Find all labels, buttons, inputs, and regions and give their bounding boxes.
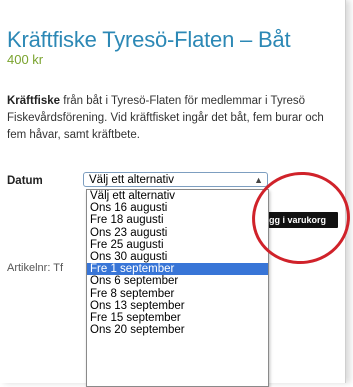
- dropdown-option[interactable]: Välj ett alternativ: [87, 190, 268, 202]
- datum-select[interactable]: Välj ett alternativ ▲: [83, 172, 268, 187]
- datum-label: Datum: [7, 175, 43, 187]
- dropdown-option[interactable]: Ons 30 augusti: [87, 251, 268, 263]
- dropdown-option[interactable]: Fre 18 augusti: [87, 214, 268, 226]
- chevron-down-icon: ▲: [254, 175, 263, 185]
- dropdown-option[interactable]: Ons 23 augusti: [87, 227, 268, 239]
- product-description: Kräftfiske från båt i Tyresö-Flaten för …: [7, 93, 337, 144]
- select-value: Välj ett alternativ: [89, 174, 175, 186]
- description-bold: Kräftfiske: [7, 95, 61, 107]
- dropdown-option[interactable]: Fre 15 september: [87, 312, 268, 324]
- dropdown-option[interactable]: Ons 13 september: [87, 300, 268, 312]
- dropdown-option[interactable]: Fre 8 september: [87, 288, 268, 300]
- dropdown-option[interactable]: Fre 1 september: [87, 263, 268, 276]
- dropdown-option[interactable]: Ons 6 september: [87, 275, 268, 287]
- article-number: Artikelnr: Tf: [7, 262, 64, 274]
- product-price: 400 kr: [7, 52, 44, 67]
- product-title: Kräftfiske Tyresö-Flaten – Båt: [7, 27, 291, 52]
- datum-dropdown-list[interactable]: Välj ett alternativ Ons 16 augusti Fre 18 …: [86, 189, 269, 387]
- dropdown-option[interactable]: Fre 25 augusti: [87, 239, 268, 251]
- dropdown-option[interactable]: Ons 20 september: [87, 324, 268, 336]
- product-page: Kräftfiske Tyresö-Flaten – Båt 400 kr Kr…: [0, 0, 353, 387]
- dropdown-option[interactable]: Ons 16 augusti: [87, 202, 268, 214]
